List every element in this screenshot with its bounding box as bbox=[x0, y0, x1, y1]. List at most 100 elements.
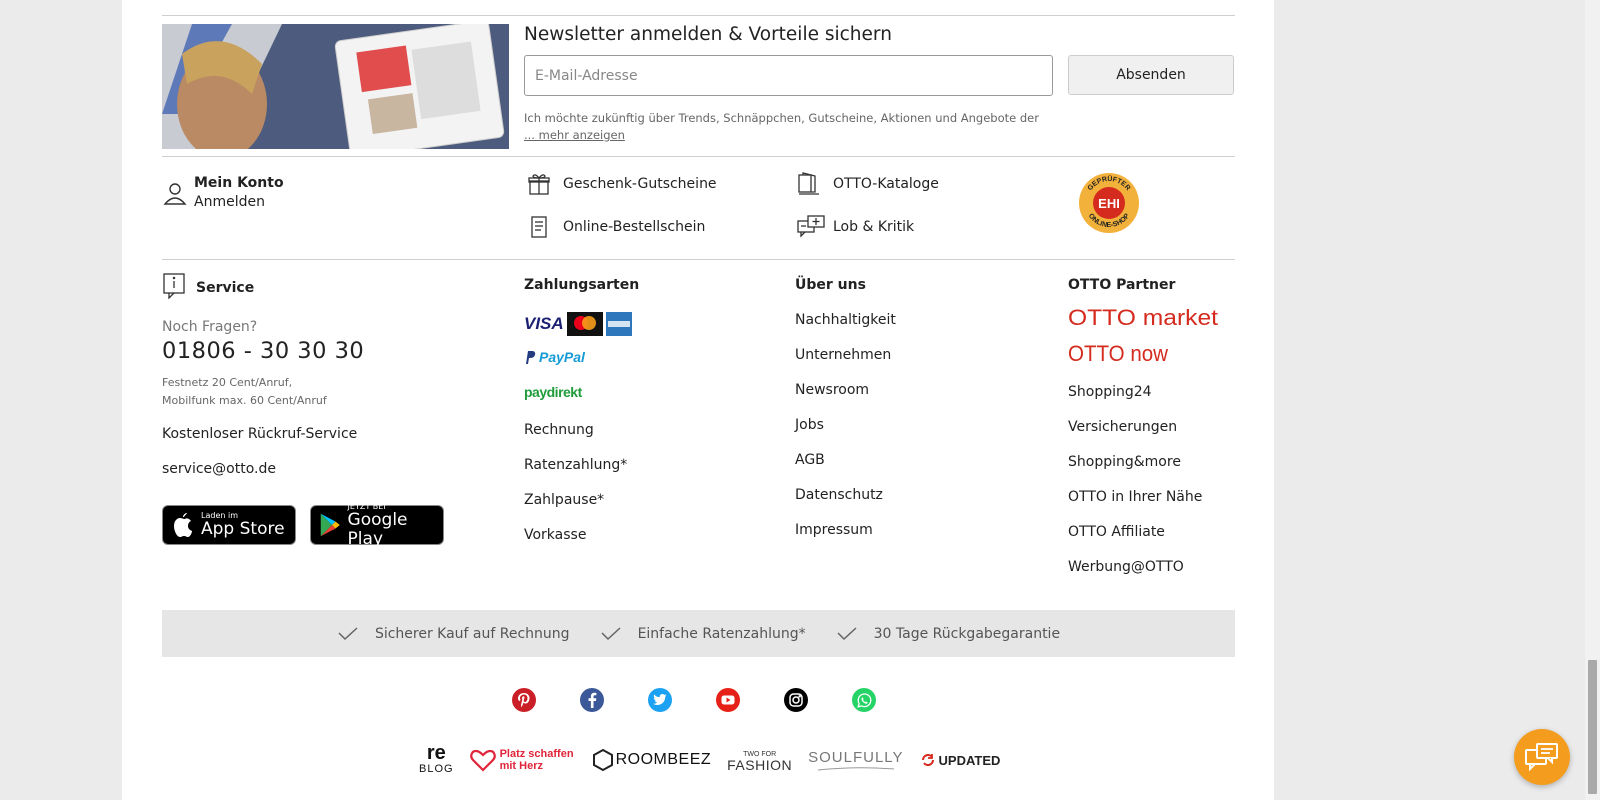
footer: Newsletter anmelden & Vorteile sichern A… bbox=[122, 0, 1274, 800]
roombeez-icon bbox=[592, 748, 613, 772]
service-heading: Service bbox=[162, 273, 254, 300]
google-play-button[interactable]: JETZT BEI Google Play bbox=[310, 502, 444, 548]
usp-text: Einfache Ratenzahlung* bbox=[637, 625, 806, 642]
newsletter-image bbox=[162, 24, 509, 149]
show-more-link[interactable]: ... mehr anzeigen bbox=[524, 128, 625, 142]
page-scrollbar[interactable] bbox=[1585, 0, 1600, 800]
my-account-title: Mein Konto bbox=[194, 175, 284, 191]
payment-link-installment[interactable]: Ratenzahlung* bbox=[524, 457, 627, 473]
about-link[interactable]: Newsroom bbox=[795, 382, 869, 398]
social-links bbox=[512, 688, 876, 712]
google-play-icon bbox=[320, 513, 340, 537]
paydirekt-label: paydirekt bbox=[524, 384, 582, 400]
catalog-icon bbox=[797, 172, 821, 196]
chat-icon bbox=[1525, 743, 1558, 771]
gift-cards-label: Geschenk-Gutscheine bbox=[563, 176, 717, 192]
my-account-link[interactable]: Mein Konto Anmelden bbox=[162, 174, 284, 212]
divider bbox=[162, 259, 1235, 260]
updated-logo[interactable]: UPDATED bbox=[920, 752, 1001, 768]
payment-title: Zahlungsarten bbox=[524, 277, 640, 293]
otto-now-label: OTTO now bbox=[1068, 343, 1168, 365]
otto-now-logo[interactable]: OTTO now bbox=[1068, 341, 1170, 369]
newsletter-title: Newsletter anmelden & Vorteile sichern bbox=[524, 24, 892, 45]
paypal-logo: PayPal bbox=[524, 349, 585, 365]
gift-cards-link[interactable]: Geschenk-Gutscheine bbox=[527, 172, 717, 196]
pinterest-icon[interactable] bbox=[512, 688, 536, 712]
updated-icon bbox=[921, 754, 934, 766]
two-for-fashion-logo[interactable]: TWO FOR FASHION bbox=[727, 749, 793, 773]
about-link[interactable]: AGB bbox=[795, 452, 825, 468]
about-link[interactable]: Datenschutz bbox=[795, 487, 883, 503]
partner-link[interactable]: Versicherungen bbox=[1068, 419, 1177, 435]
scrollbar-thumb[interactable] bbox=[1588, 660, 1597, 794]
feedback-link[interactable]: Lob & Kritik bbox=[797, 215, 914, 239]
paydirekt-logo: paydirekt bbox=[524, 382, 582, 401]
partner-link[interactable]: OTTO Affiliate bbox=[1068, 524, 1165, 540]
check-icon bbox=[601, 626, 621, 640]
apple-icon bbox=[174, 513, 192, 537]
submit-button[interactable]: Absenden bbox=[1068, 55, 1234, 95]
check-icon bbox=[837, 626, 857, 640]
updated-label: UPDATED bbox=[938, 752, 1001, 768]
paypal-icon bbox=[526, 350, 536, 364]
whatsapp-icon[interactable] bbox=[852, 688, 876, 712]
email-input[interactable] bbox=[524, 55, 1053, 96]
document-icon bbox=[527, 215, 551, 239]
newsletter-consent-text: Ich möchte zukünftig über Trends, Schnäp… bbox=[524, 111, 1039, 125]
reblog-logo[interactable]: re BLOG bbox=[419, 742, 454, 776]
phone-fee-mobile: Mobilfunk max. 60 Cent/Anruf bbox=[162, 394, 327, 407]
card-logos: VISA bbox=[524, 312, 632, 336]
catalogs-link[interactable]: OTTO-Kataloge bbox=[797, 172, 939, 196]
instagram-icon[interactable] bbox=[784, 688, 808, 712]
divider bbox=[162, 15, 1235, 16]
payment-link-invoice[interactable]: Rechnung bbox=[524, 422, 594, 438]
platz-schaffen-logo[interactable]: Platz schaffen mit Herz bbox=[469, 748, 576, 772]
platz-schaffen-label: Platz schaffen mit Herz bbox=[499, 748, 574, 772]
feedback-label: Lob & Kritik bbox=[833, 219, 915, 235]
catalogs-label: OTTO-Kataloge bbox=[833, 176, 939, 192]
service-question: Noch Fragen? bbox=[162, 319, 258, 335]
divider bbox=[162, 156, 1235, 157]
callback-service-link[interactable]: Kostenloser Rückruf-Service bbox=[162, 426, 357, 442]
facebook-icon[interactable] bbox=[580, 688, 604, 712]
payment-link-prepayment[interactable]: Vorkasse bbox=[524, 527, 586, 543]
about-link[interactable]: Jobs bbox=[795, 417, 824, 433]
reblog-logo-bottom: BLOG bbox=[419, 763, 454, 775]
service-phone[interactable]: 01806 - 30 30 30 bbox=[162, 338, 364, 364]
otto-market-logo[interactable]: OTTO market bbox=[1068, 305, 1220, 333]
youtube-icon[interactable] bbox=[716, 688, 740, 712]
usp-bar: Sicherer Kauf auf Rechnung Einfache Rate… bbox=[162, 610, 1235, 657]
user-icon bbox=[162, 180, 187, 205]
soulfully-logo[interactable]: SOULFULLY bbox=[808, 749, 903, 772]
reblog-logo-top: re bbox=[426, 742, 446, 764]
chat-button[interactable] bbox=[1514, 729, 1570, 785]
order-form-link[interactable]: Online-Bestellschein bbox=[527, 215, 705, 239]
payment-link-pause[interactable]: Zahlpause* bbox=[524, 492, 604, 508]
ehi-seal-center: EHI bbox=[1098, 196, 1120, 211]
amex-logo bbox=[605, 312, 632, 336]
google-play-large-text: Google Play bbox=[347, 509, 408, 549]
roombeez-logo[interactable]: ROOMBEEZ bbox=[592, 748, 712, 772]
partner-link[interactable]: OTTO in Ihrer Nähe bbox=[1068, 489, 1202, 505]
service-email-link[interactable]: service@otto.de bbox=[162, 461, 276, 477]
partner-link[interactable]: Shopping24 bbox=[1068, 384, 1152, 400]
partner-link[interactable]: Werbung@OTTO bbox=[1068, 559, 1184, 575]
about-link[interactable]: Unternehmen bbox=[795, 347, 891, 363]
feedback-icon bbox=[797, 215, 825, 239]
info-icon bbox=[162, 273, 186, 300]
ehi-seal[interactable]: EHI GEPRÜFTER ONLINE-SHOP bbox=[1078, 172, 1140, 238]
order-form-label: Online-Bestellschein bbox=[563, 219, 706, 235]
two-for-fashion-bottom: FASHION bbox=[727, 757, 793, 773]
paypal-label: PayPal bbox=[539, 349, 585, 365]
login-link[interactable]: Anmelden bbox=[194, 193, 284, 212]
app-store-button[interactable]: Laden im App Store bbox=[162, 505, 296, 545]
roombeez-label: ROOMBEEZ bbox=[615, 751, 712, 768]
usp-text: 30 Tage Rückgabegarantie bbox=[873, 625, 1061, 642]
twitter-icon[interactable] bbox=[648, 688, 672, 712]
about-link[interactable]: Nachhaltigkeit bbox=[795, 312, 896, 328]
phone-fee-landline: Festnetz 20 Cent/Anruf, bbox=[162, 376, 293, 389]
usp-text: Sicherer Kauf auf Rechnung bbox=[374, 625, 570, 642]
partner-link[interactable]: Shopping&more bbox=[1068, 454, 1181, 470]
gift-icon bbox=[527, 172, 551, 196]
about-link[interactable]: Impressum bbox=[795, 522, 873, 538]
